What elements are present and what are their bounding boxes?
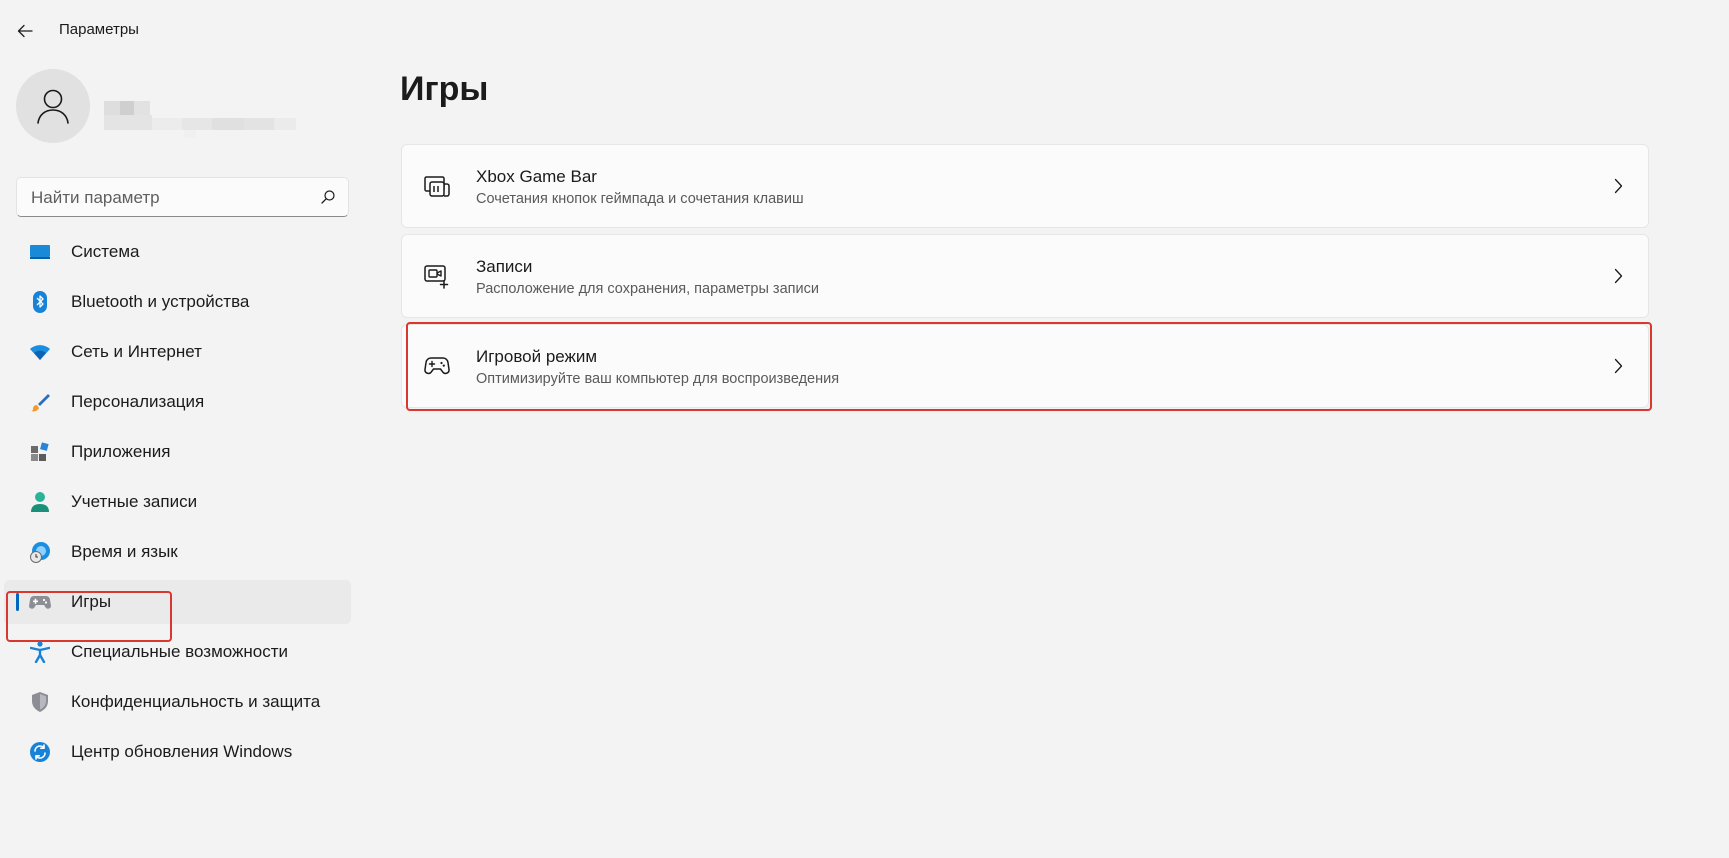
title-bar: Параметры bbox=[0, 0, 1729, 60]
accessibility-icon bbox=[29, 641, 51, 663]
sidebar-item-label: Игры bbox=[71, 592, 112, 611]
game-bar-icon bbox=[424, 173, 450, 199]
chevron-right-icon bbox=[1610, 177, 1626, 195]
capture-icon bbox=[424, 263, 450, 289]
card-captures[interactable]: Записи Расположение для сохранения, пара… bbox=[401, 234, 1649, 318]
sidebar-item-label: Специальные возможности bbox=[71, 642, 289, 661]
sidebar-item-label: Персонализация bbox=[71, 392, 205, 411]
sidebar-item-system[interactable]: Система bbox=[4, 230, 351, 274]
sidebar-item-accounts[interactable]: Учетные записи bbox=[4, 480, 351, 524]
gamepad-icon bbox=[424, 353, 450, 379]
bluetooth-icon bbox=[29, 291, 51, 313]
user-profile[interactable] bbox=[16, 69, 316, 145]
card-title: Игровой режим bbox=[476, 347, 598, 366]
card-game-mode[interactable]: Игровой режим Оптимизируйте ваш компьюте… bbox=[401, 324, 1649, 408]
system-icon bbox=[29, 241, 51, 263]
card-subtitle: Расположение для сохранения, параметры з… bbox=[476, 281, 819, 297]
arrow-left-icon bbox=[17, 24, 33, 38]
brush-icon bbox=[29, 391, 51, 413]
sidebar-item-bluetooth[interactable]: Bluetooth и устройства bbox=[4, 280, 351, 324]
wifi-icon bbox=[29, 341, 51, 363]
sidebar-item-label: Приложения bbox=[71, 442, 171, 461]
card-title: Записи bbox=[476, 257, 533, 276]
sidebar-item-accessibility[interactable]: Специальные возможности bbox=[4, 630, 351, 674]
window-title: Параметры bbox=[59, 21, 139, 38]
sidebar-item-windows-update[interactable]: Центр обновления Windows bbox=[4, 730, 351, 774]
sidebar-item-privacy[interactable]: Конфиденциальность и защита bbox=[4, 680, 351, 724]
card-title: Xbox Game Bar bbox=[476, 167, 597, 186]
account-icon bbox=[29, 491, 51, 513]
chevron-right-icon bbox=[1610, 357, 1626, 375]
chevron-right-icon bbox=[1610, 267, 1626, 285]
sidebar-item-gaming[interactable]: Игры bbox=[4, 580, 351, 624]
blurred-user-name bbox=[104, 101, 296, 141]
sidebar-item-label: Конфиденциальность и защита bbox=[71, 692, 321, 711]
sidebar-nav: Система Bluetooth и устройства Сеть и Ин… bbox=[0, 230, 360, 780]
sidebar-item-label: Центр обновления Windows bbox=[71, 742, 293, 761]
search-icon[interactable] bbox=[320, 189, 336, 205]
back-button[interactable] bbox=[10, 16, 40, 46]
search-input[interactable] bbox=[29, 178, 313, 218]
person-icon bbox=[37, 89, 69, 124]
sidebar-item-personalization[interactable]: Персонализация bbox=[4, 380, 351, 424]
settings-window: Параметры Найти параметр Система Bluetoo… bbox=[0, 0, 1729, 858]
sidebar: Система Bluetooth и устройства Сеть и Ин… bbox=[0, 60, 360, 858]
shield-icon bbox=[29, 691, 51, 713]
sidebar-item-time-language[interactable]: Время и язык bbox=[4, 530, 351, 574]
gamepad-icon bbox=[29, 591, 51, 613]
time-language-icon bbox=[29, 541, 51, 563]
page-title: Игры bbox=[400, 70, 489, 108]
sidebar-item-label: Система bbox=[71, 242, 140, 261]
sidebar-item-label: Сеть и Интернет bbox=[71, 342, 202, 361]
card-xbox-game-bar[interactable]: Xbox Game Bar Сочетания кнопок геймпада … bbox=[401, 144, 1649, 228]
sidebar-item-label: Время и язык bbox=[71, 542, 178, 561]
sidebar-item-label: Учетные записи bbox=[71, 492, 198, 511]
sidebar-item-apps[interactable]: Приложения bbox=[4, 430, 351, 474]
sidebar-item-network[interactable]: Сеть и Интернет bbox=[4, 330, 351, 374]
sidebar-item-label: Bluetooth и устройства bbox=[71, 292, 250, 311]
card-subtitle: Оптимизируйте ваш компьютер для воспроиз… bbox=[476, 371, 840, 387]
selection-indicator bbox=[16, 593, 19, 611]
apps-icon bbox=[29, 441, 51, 463]
avatar bbox=[16, 69, 90, 143]
update-icon bbox=[29, 741, 51, 763]
search-box bbox=[16, 177, 349, 218]
card-subtitle: Сочетания кнопок геймпада и сочетания кл… bbox=[476, 191, 804, 207]
